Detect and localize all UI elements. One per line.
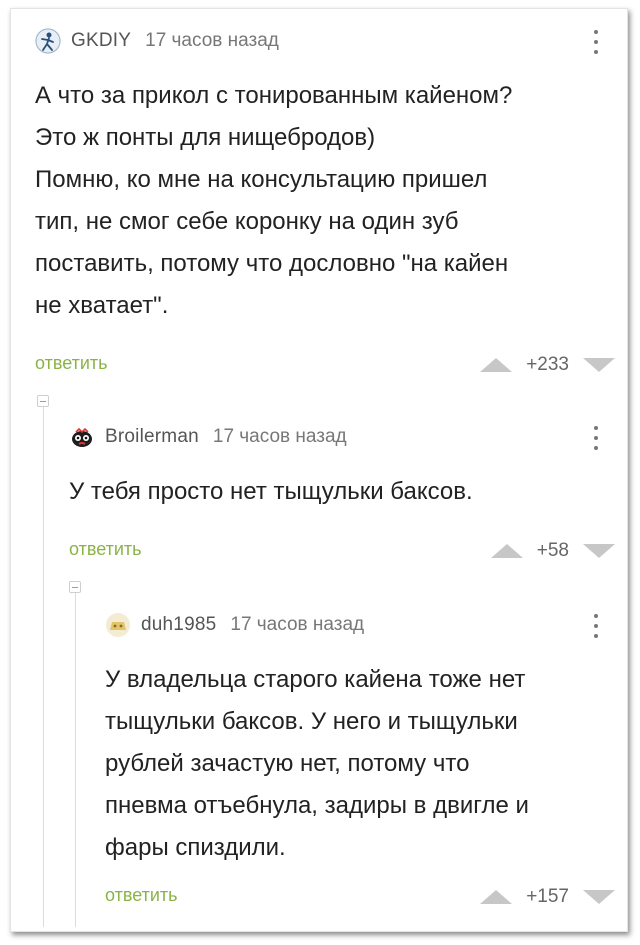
thread-branch-line	[43, 407, 44, 927]
user-avatar-icon	[72, 427, 92, 447]
comment-2: Broilerman 17 часов назад У тебя просто …	[69, 419, 615, 569]
comment-text: У тебя просто нет тыщульки баксов.	[69, 478, 473, 505]
user-avatar-icon	[106, 613, 130, 637]
downvote-icon[interactable]	[583, 890, 615, 904]
comment-text: А что за прикол с тонированным кайеном? …	[35, 82, 513, 319]
avatar[interactable]	[69, 424, 95, 450]
timestamp: 17 часов назад	[212, 426, 347, 447]
more-dots-icon[interactable]	[590, 611, 602, 641]
avatar[interactable]	[105, 612, 131, 638]
rating-score: +157	[526, 886, 569, 907]
upvote-icon[interactable]	[480, 358, 513, 372]
comment-header: duh1985 17 часов назад	[105, 607, 364, 643]
rating-controls: +233	[480, 353, 615, 377]
comment-1: GKDIY 17 часов назад А что за прикол с т…	[35, 23, 615, 383]
downvote-icon[interactable]	[583, 544, 615, 558]
author-name[interactable]: Broilerman	[105, 426, 199, 448]
comment-3: duh1985 17 часов назад У владельца старо…	[105, 607, 615, 917]
upvote-icon[interactable]	[490, 544, 523, 558]
comment-header: Broilerman 17 часов назад	[69, 419, 347, 455]
more-dots-icon[interactable]	[590, 423, 602, 453]
rating-score: +58	[536, 540, 569, 561]
downvote-icon[interactable]	[583, 358, 615, 372]
avatar[interactable]	[35, 28, 61, 54]
comment-text: У владельца старого кайена тоже нет тыщу…	[105, 666, 529, 861]
author-name[interactable]: GKDIY	[71, 30, 131, 52]
user-avatar-icon	[35, 28, 61, 54]
comment-header: GKDIY 17 часов назад	[35, 23, 279, 59]
timestamp: 17 часов назад	[230, 614, 365, 635]
collapse-branch-icon[interactable]	[37, 395, 49, 407]
collapse-branch-icon[interactable]	[69, 581, 81, 593]
rating-score: +233	[526, 354, 569, 375]
rating-controls: +157	[480, 885, 615, 909]
author-name[interactable]: duh1985	[141, 614, 216, 636]
timestamp: 17 часов назад	[145, 30, 279, 51]
comments-thread: GKDIY 17 часов назад А что за прикол с т…	[10, 8, 628, 932]
rating-controls: +58	[490, 539, 615, 563]
reply-link[interactable]: ответить	[105, 885, 178, 906]
more-dots-icon[interactable]	[590, 27, 602, 57]
thread-branch-line	[75, 593, 76, 927]
reply-link[interactable]: ответить	[69, 539, 142, 560]
upvote-icon[interactable]	[480, 890, 513, 904]
reply-link[interactable]: ответить	[35, 353, 108, 374]
